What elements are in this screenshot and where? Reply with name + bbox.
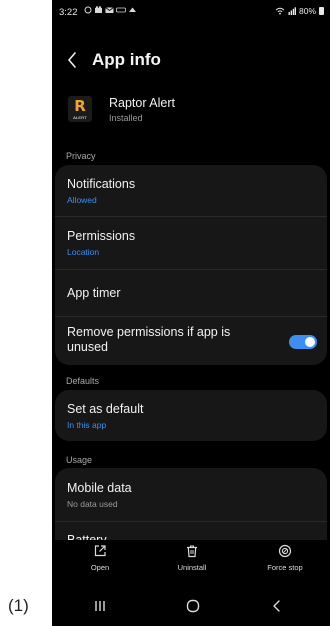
app-logo-subtext: ALERT (73, 115, 87, 120)
set-as-default-status: In this app (67, 420, 107, 430)
section-label-privacy: Privacy (66, 151, 96, 161)
remove-permissions-item[interactable]: Remove permissions if app is unused (55, 317, 327, 365)
app-timer-item[interactable]: App timer (55, 270, 327, 317)
app-install-status: Installed (109, 113, 143, 123)
permissions-title: Permissions (67, 229, 136, 243)
mobile-data-status: No data used (67, 499, 118, 509)
bottom-action-bar: Open Uninstall Force stop (52, 540, 330, 580)
permissions-status: Location (67, 247, 100, 257)
force-stop-icon (278, 544, 292, 558)
remove-permissions-title: Remove permissions if app is unused (67, 325, 231, 354)
app-notification-icon (95, 6, 102, 13)
mail-icon (105, 7, 114, 13)
status-system-icons: 80% (275, 6, 324, 16)
section-label-usage: Usage (66, 455, 93, 465)
privacy-card: Notifications Allowed Permissions Locati… (55, 165, 327, 365)
app-logo-icon: R ALERT (68, 96, 92, 122)
defaults-card: Set as default In this app (55, 390, 327, 441)
app-timer-title: App timer (67, 286, 121, 300)
set-as-default-item[interactable]: Set as default In this app (55, 390, 327, 441)
open-button[interactable]: Open (65, 540, 135, 572)
app-identity: R ALERT Raptor Alert Installed (52, 92, 330, 132)
status-notification-icons (84, 6, 137, 14)
status-time: 3:22 (59, 7, 78, 18)
system-navigation-bar (52, 590, 330, 626)
app-bar: App info (52, 44, 330, 80)
battery-icon (319, 7, 324, 15)
phone-screen: 3:22 80% App info R ALERT Raptor Alert I… (52, 0, 330, 626)
signal-icon (288, 7, 296, 15)
screenshot-root: (1) 3:22 80% App info R ALERT Raptor Ale… (0, 0, 330, 626)
notifications-status: Allowed (67, 195, 97, 205)
remove-permissions-toggle[interactable] (289, 335, 317, 349)
app-logo-letter: R (74, 97, 86, 115)
app-name: Raptor Alert (109, 96, 176, 110)
section-label-defaults: Defaults (66, 376, 100, 386)
notifications-title: Notifications (67, 177, 136, 191)
page-title: App info (92, 50, 161, 69)
permissions-item[interactable]: Permissions Location (55, 217, 327, 270)
chevron-left-icon[interactable] (64, 50, 82, 70)
uninstall-button[interactable]: Uninstall (157, 540, 227, 572)
set-as-default-title: Set as default (67, 402, 144, 416)
open-external-icon (94, 545, 106, 557)
trash-icon (187, 545, 197, 558)
cloud-icon (129, 7, 136, 12)
notifications-item[interactable]: Notifications Allowed (55, 165, 327, 217)
network-icon (116, 7, 126, 13)
uninstall-label: Uninstall (177, 563, 207, 572)
open-label: Open (90, 563, 110, 572)
force-stop-button[interactable]: Force stop (250, 540, 320, 572)
force-stop-label: Force stop (267, 563, 303, 572)
toggle-knob (305, 337, 315, 347)
recent-apps-icon[interactable] (90, 596, 110, 616)
mobile-data-item[interactable]: Mobile data No data used (55, 468, 327, 522)
status-bar: 3:22 80% (52, 0, 330, 22)
back-icon[interactable] (267, 596, 287, 616)
battery-percentage: 80% (298, 6, 316, 16)
figure-label: (1) (8, 596, 29, 615)
wifi-icon (275, 7, 285, 15)
settings-ring-icon (84, 6, 92, 14)
mobile-data-title: Mobile data (67, 481, 132, 495)
home-icon[interactable] (183, 596, 203, 616)
